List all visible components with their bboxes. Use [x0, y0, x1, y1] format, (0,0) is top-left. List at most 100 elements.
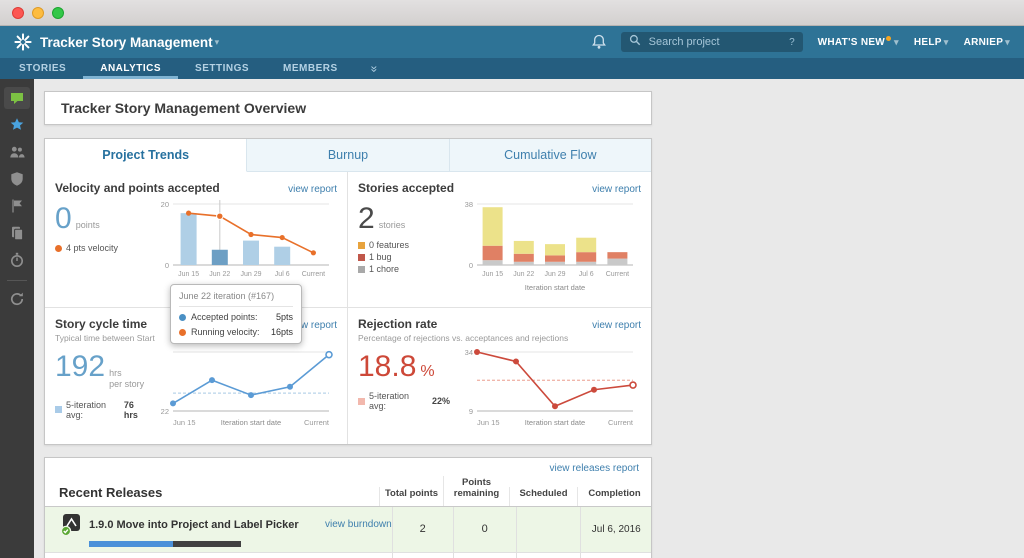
release-row: 1.9.0 Move into Project and Label Picker…	[45, 506, 651, 553]
chat-panel-icon[interactable]	[4, 87, 30, 109]
column-header: Total points	[379, 486, 443, 506]
stories-chart[interactable]: 38 0 Jun 15 Jun 22 Jun 29 Jul 6 Current Iterati…	[455, 197, 641, 295]
release-cell-completion	[580, 552, 651, 558]
view-burndown-link[interactable]: view burndown	[325, 519, 392, 530]
people-panel-icon[interactable]	[4, 141, 30, 163]
timer-panel-icon[interactable]	[4, 249, 30, 271]
whats-new-menu[interactable]: WHAT'S NEW ▾	[818, 35, 899, 48]
svg-text:Jun 15: Jun 15	[173, 418, 196, 427]
svg-text:20: 20	[161, 200, 169, 209]
legend-marker-icon	[358, 265, 365, 273]
rejection-rate-chart[interactable]: 34 9 Jun 15 Current Iteration start date	[455, 345, 641, 429]
chevron-down-icon: ▾	[1005, 36, 1010, 47]
app-header: Tracker Story Management ▾ ?	[0, 26, 1024, 58]
star-panel-icon[interactable]	[4, 114, 30, 136]
help-menu[interactable]: HELP ▾	[914, 37, 949, 48]
release-cell-completion: Jul 6, 2016	[580, 506, 651, 552]
svg-text:Iteration start date: Iteration start date	[525, 418, 585, 427]
card-title: Rejection rate	[358, 317, 438, 331]
legend-item: 1 bug	[358, 252, 450, 262]
chevron-down-icon: ▾	[943, 36, 949, 47]
search-input[interactable]	[646, 35, 780, 49]
release-cell-scheduled	[515, 506, 581, 552]
search-box[interactable]: ?	[620, 32, 803, 52]
release-accepted-icon	[59, 513, 83, 537]
view-report-link[interactable]: view report	[592, 320, 641, 331]
collapse-nav-icon[interactable]: »	[367, 58, 381, 79]
column-header: Points remaining	[443, 476, 509, 506]
release-name[interactable]: 1.9.0 Move into Project and Label Picker	[89, 519, 315, 531]
svg-text:38: 38	[465, 200, 473, 209]
column-header: Completion	[577, 486, 651, 506]
cycle-time-chart[interactable]: 22 Jun 15 Current Iteration start date	[151, 345, 337, 429]
nav-tab-stories[interactable]: STORIES	[2, 58, 83, 79]
recent-releases-panel: view releases report Recent Releases Tot…	[44, 457, 652, 558]
svg-text:Current: Current	[608, 418, 634, 427]
nav-tab-settings[interactable]: SETTINGS	[178, 58, 266, 79]
releases-title: Recent Releases	[59, 484, 163, 500]
legend-item: 4 pts velocity	[55, 243, 147, 253]
refresh-panel-icon[interactable]	[4, 288, 30, 310]
tab-project-trends[interactable]: Project Trends	[45, 139, 248, 172]
card-title: Stories accepted	[358, 181, 455, 195]
tooltip-title: June 22 iteration (#167)	[179, 291, 293, 307]
tab-cumulative-flow[interactable]: Cumulative Flow	[449, 139, 651, 172]
svg-text:Iteration start date: Iteration start date	[221, 418, 281, 427]
tracker-logo-icon	[14, 33, 32, 51]
releases-table-header: Recent Releases Total points Points rema…	[45, 476, 651, 507]
tab-burnup[interactable]: Burnup	[247, 139, 450, 172]
card-title: Velocity and points accepted	[55, 181, 220, 195]
user-menu[interactable]: ARNIEP ▾	[964, 37, 1010, 48]
window-zoom-button[interactable]	[52, 6, 64, 19]
shield-panel-icon[interactable]	[4, 168, 30, 190]
svg-text:Current: Current	[304, 418, 330, 427]
notifications-bell-icon[interactable]	[591, 34, 606, 50]
overview-header-panel: Tracker Story Management Overview	[44, 91, 652, 125]
svg-text:Current: Current	[302, 271, 325, 278]
nav-tab-members[interactable]: MEMBERS	[266, 58, 355, 79]
svg-text:Jun 22: Jun 22	[209, 271, 230, 278]
window-titlebar	[0, 0, 1024, 26]
release-cell-scheduled	[515, 552, 581, 558]
legend-marker-icon	[358, 253, 365, 261]
rejection-rate-value: 18.8 %	[358, 350, 435, 383]
window-close-button[interactable]	[12, 6, 24, 19]
rejection-rate-card: Rejection rate view report Percentage of…	[348, 308, 651, 444]
pages-panel-icon[interactable]	[4, 222, 30, 244]
project-title-menu[interactable]: Tracker Story Management ▾	[40, 35, 219, 50]
release-cell-points_remaining: 0	[452, 506, 516, 552]
cycle-time-value: 192 hrs per story	[55, 350, 145, 390]
legend-marker-icon	[358, 397, 365, 405]
release-cell-points_remaining	[452, 552, 516, 558]
card-subtitle: Percentage of rejections vs. acceptances…	[358, 333, 569, 343]
stories-legend: 0 features 1 bug 1 chore	[358, 240, 450, 274]
window-minimize-button[interactable]	[32, 6, 44, 19]
release-row: view burndown	[45, 552, 651, 558]
svg-text:Jun 29: Jun 29	[240, 271, 261, 278]
velocity-value: 0 points	[55, 202, 100, 235]
view-report-link[interactable]: view report	[592, 184, 641, 195]
chart-tooltip: June 22 iteration (#167) Accepted points…	[170, 284, 302, 344]
velocity-chart[interactable]: 200Jun 15Jun 22Jun 29Jul 6CurrentIterati…	[151, 197, 337, 295]
view-report-link[interactable]: view report	[288, 184, 337, 195]
svg-text:Current: Current	[606, 271, 629, 278]
flag-panel-icon[interactable]	[4, 195, 30, 217]
cycle-legend: 5-iteration avg: 76 hrs	[55, 400, 147, 420]
release-progress-bar	[89, 540, 241, 547]
project-nav: STORIES ANALYTICS SETTINGS MEMBERS »	[0, 58, 1024, 79]
rejection-legend: 5-iteration avg: 22%	[358, 391, 450, 411]
search-icon	[629, 33, 641, 51]
legend-item: 5-iteration avg: 76 hrs	[55, 400, 147, 420]
velocity-legend: 4 pts velocity	[55, 243, 147, 253]
chevron-down-icon: ▾	[214, 36, 220, 47]
svg-text:Jun 15: Jun 15	[477, 418, 500, 427]
column-header: Scheduled	[509, 486, 577, 506]
nav-tab-analytics[interactable]: ANALYTICS	[83, 58, 179, 79]
svg-text:Jul 6: Jul 6	[275, 271, 290, 278]
tooltip-row: Running velocity: 16pts	[179, 327, 293, 337]
search-help-icon[interactable]: ?	[785, 37, 795, 48]
project-title: Tracker Story Management	[40, 34, 213, 50]
analytics-tabs: Project Trends Burnup Cumulative Flow	[45, 139, 651, 172]
series-dot-icon	[179, 328, 186, 336]
view-releases-report-link[interactable]: view releases report	[550, 463, 639, 474]
